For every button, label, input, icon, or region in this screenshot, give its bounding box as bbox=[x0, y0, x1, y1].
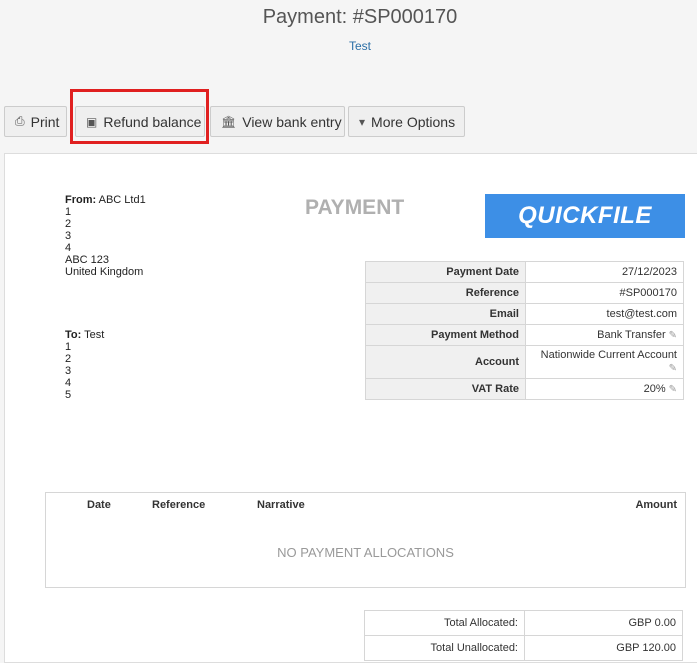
column-header-narrative: Narrative bbox=[257, 499, 305, 511]
total-label: Total Allocated: bbox=[364, 610, 525, 636]
detail-label: Email bbox=[365, 303, 526, 325]
client-link[interactable]: Test bbox=[0, 39, 697, 53]
detail-row: Account Nationwide Current Account ✎ bbox=[365, 345, 684, 379]
detail-value: 20% bbox=[643, 383, 666, 395]
detail-value: #SP000170 bbox=[525, 282, 684, 304]
print-label: Print bbox=[30, 113, 60, 130]
more-options-button[interactable]: ▾ More Options bbox=[348, 106, 465, 137]
pencil-icon[interactable]: ✎ bbox=[669, 363, 677, 374]
highlight-box bbox=[70, 89, 209, 144]
to-line: 1 bbox=[65, 341, 72, 353]
empty-allocations-message: NO PAYMENT ALLOCATIONS bbox=[277, 545, 454, 560]
from-line: ABC 123 bbox=[65, 254, 110, 266]
from-line: 2 bbox=[65, 218, 72, 230]
detail-value: test@test.com bbox=[525, 303, 684, 325]
to-line: 2 bbox=[65, 353, 72, 365]
total-value: GBP 120.00 bbox=[524, 635, 683, 661]
total-label: Total Unallocated: bbox=[364, 635, 525, 661]
to-line: 4 bbox=[65, 377, 72, 389]
from-address: From: ABC Ltd1 1 2 3 4 ABC 123 United Ki… bbox=[65, 194, 146, 278]
view-bank-entry-button[interactable]: 🏛 View bank entry bbox=[210, 106, 345, 137]
column-header-amount: Amount bbox=[635, 499, 677, 511]
page-title: Payment: #SP000170 bbox=[262, 6, 458, 28]
to-name: Test bbox=[84, 329, 105, 341]
to-line: 5 bbox=[65, 389, 72, 401]
column-header-reference: Reference bbox=[152, 499, 206, 511]
payment-method-cell[interactable]: Bank Transfer ✎ bbox=[525, 324, 684, 346]
detail-label: Payment Method bbox=[365, 324, 526, 346]
from-line: 3 bbox=[65, 230, 72, 242]
payment-details-table: Payment Date 27/12/2023 Reference #SP000… bbox=[365, 261, 684, 400]
account-cell[interactable]: Nationwide Current Account ✎ bbox=[525, 345, 684, 379]
to-label: To: bbox=[65, 329, 82, 341]
detail-label: Reference bbox=[365, 282, 526, 304]
from-line: 4 bbox=[65, 242, 72, 254]
allocations-table: Date Reference Narrative Amount NO PAYME… bbox=[45, 492, 686, 588]
more-label: More Options bbox=[371, 113, 456, 130]
detail-row: Payment Method Bank Transfer ✎ bbox=[365, 324, 684, 346]
from-label: From: bbox=[65, 194, 97, 206]
detail-row: Email test@test.com bbox=[365, 303, 684, 325]
document-title: PAYMENT bbox=[305, 196, 405, 219]
detail-row: Reference #SP000170 bbox=[365, 282, 684, 304]
caret-down-icon: ▾ bbox=[359, 114, 366, 129]
detail-row: Payment Date 27/12/2023 bbox=[365, 261, 684, 283]
from-line: 1 bbox=[65, 206, 72, 218]
to-address: To: Test 1 2 3 4 5 bbox=[65, 329, 104, 401]
pencil-icon[interactable]: ✎ bbox=[669, 384, 677, 395]
to-line: 3 bbox=[65, 365, 72, 377]
total-value: GBP 0.00 bbox=[524, 610, 683, 636]
detail-label: VAT Rate bbox=[365, 378, 526, 400]
allocations-header: Date Reference Narrative Amount bbox=[46, 493, 685, 518]
quickfile-logo: QUICKFILE bbox=[485, 194, 685, 238]
totals-table: Total Allocated: GBP 0.00 Total Unalloca… bbox=[364, 610, 683, 661]
printer-icon: ⎙ bbox=[15, 114, 25, 128]
bank-label: View bank entry bbox=[242, 113, 342, 130]
detail-label: Account bbox=[365, 345, 526, 379]
bank-icon: 🏛 bbox=[221, 114, 237, 129]
total-row: Total Unallocated: GBP 120.00 bbox=[364, 635, 683, 661]
column-header-date: Date bbox=[87, 499, 111, 511]
print-button[interactable]: ⎙ Print bbox=[4, 106, 67, 137]
pencil-icon[interactable]: ✎ bbox=[669, 330, 677, 341]
from-line: United Kingdom bbox=[65, 266, 144, 278]
detail-value: 27/12/2023 bbox=[525, 261, 684, 283]
from-name: ABC Ltd1 bbox=[98, 194, 146, 206]
detail-value: Nationwide Current Account bbox=[540, 349, 677, 361]
detail-label: Payment Date bbox=[365, 261, 526, 283]
detail-row: VAT Rate 20% ✎ bbox=[365, 378, 684, 400]
vat-rate-cell[interactable]: 20% ✎ bbox=[525, 378, 684, 400]
total-row: Total Allocated: GBP 0.00 bbox=[364, 610, 683, 636]
detail-value: Bank Transfer bbox=[597, 329, 666, 341]
logo-text: QUICKFILE bbox=[518, 202, 652, 229]
